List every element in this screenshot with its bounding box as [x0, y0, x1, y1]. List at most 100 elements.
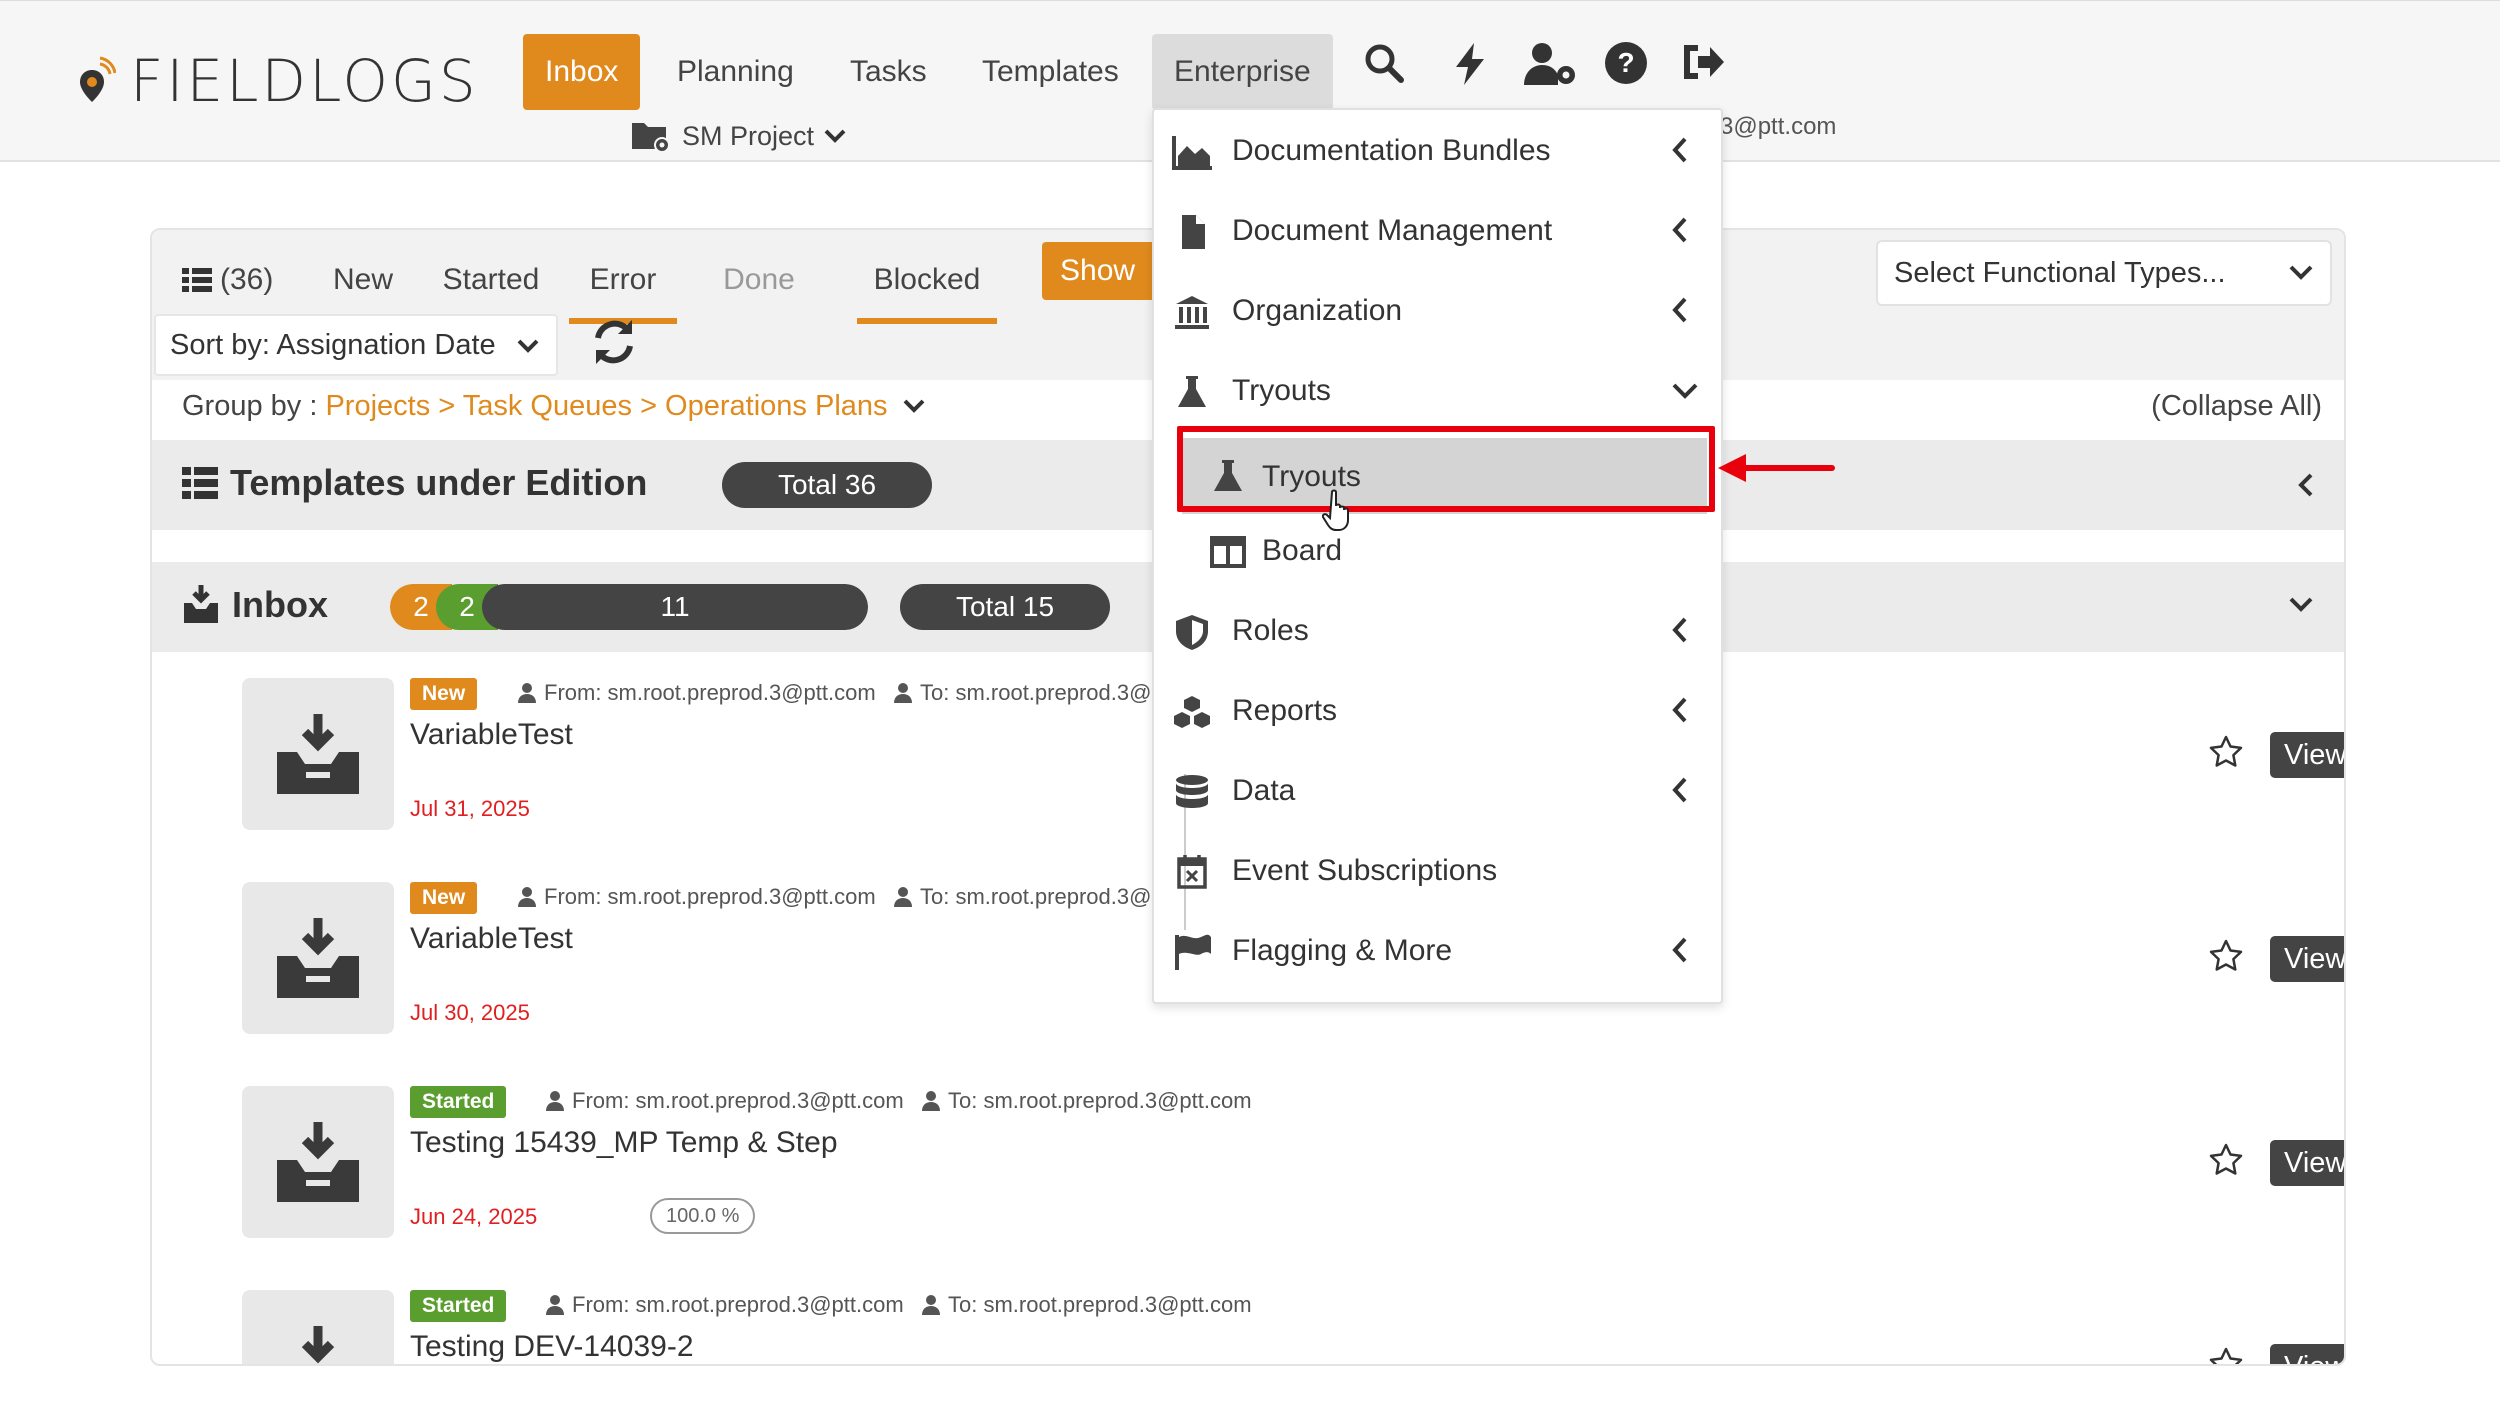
menu-item-documentation-bundles[interactable]: Documentation Bundles	[1154, 118, 1721, 184]
tab-all[interactable]: (36)	[182, 250, 296, 324]
star-icon[interactable]	[2208, 734, 2244, 770]
sort-dropdown[interactable]: Sort by: Assignation Date	[154, 314, 558, 376]
tab-started[interactable]: Started	[435, 250, 547, 324]
nav-tasks[interactable]: Tasks	[828, 34, 949, 110]
item-date: Jul 30, 2025	[410, 1000, 530, 1025]
flag-icon	[1175, 934, 1211, 970]
item-thumbnail	[242, 1086, 394, 1238]
help-icon[interactable]: ?	[1604, 41, 1654, 91]
chevron-down-icon	[824, 129, 846, 143]
nav-templates[interactable]: Templates	[960, 34, 1141, 110]
view-button[interactable]: View	[2270, 732, 2344, 778]
item-thumbnail	[242, 678, 394, 830]
item-from-text: From: sm.root.preprod.3@ptt.com	[544, 884, 876, 909]
chevron-left-icon[interactable]	[2296, 472, 2314, 498]
item-to-text: To: sm.root.preprod.3@ptt.com	[948, 1292, 1252, 1317]
item-title[interactable]: Testing DEV-14039-2	[410, 1330, 694, 1364]
menu-item-data[interactable]: Data	[1154, 758, 1721, 824]
board-icon	[1210, 536, 1246, 568]
item-date: Jun 24, 2025	[410, 1204, 538, 1229]
menu-item-label: Flagging & More	[1232, 934, 1453, 967]
nav-enterprise[interactable]: Enterprise	[1152, 34, 1333, 110]
nav-planning[interactable]: Planning	[655, 34, 816, 110]
tab-started-label: Started	[442, 263, 540, 296]
status-badge: New	[410, 882, 478, 914]
inbox-download-icon	[277, 714, 359, 794]
menu-item-event-subscriptions[interactable]: Event Subscriptions	[1154, 838, 1721, 904]
bolt-icon[interactable]	[1452, 41, 1502, 91]
logout-icon[interactable]	[1680, 41, 1730, 91]
location-signal-icon	[80, 56, 116, 102]
progress-segment-other: 11	[482, 584, 868, 630]
tab-blocked[interactable]: Blocked	[857, 250, 997, 324]
menu-item-flagging-more[interactable]: Flagging & More	[1154, 918, 1721, 984]
chevron-left-icon	[1672, 297, 1687, 323]
calendar-x-icon	[1177, 855, 1207, 889]
inbox-section-title: Inbox	[182, 584, 328, 626]
user-settings-icon[interactable]	[1522, 41, 1575, 91]
templates-section-title: Templates under Edition	[182, 462, 647, 504]
project-selector[interactable]: SM Project	[630, 119, 846, 153]
status-badge: New	[410, 678, 478, 710]
menu-item-document-management[interactable]: Document Management	[1154, 198, 1721, 264]
menu-item-label: Document Management	[1232, 214, 1553, 247]
functional-types-placeholder: Select Functional Types...	[1894, 257, 2226, 289]
templates-total-pill: Total 36	[722, 462, 932, 508]
menu-item-label: Data	[1232, 774, 1296, 807]
bank-icon	[1175, 296, 1209, 329]
file-icon	[1182, 215, 1205, 249]
item-to-text: To: sm.root.preprod.3@	[920, 680, 1152, 705]
show-button[interactable]: Show E	[1042, 242, 1162, 300]
menu-item-organization[interactable]: Organization	[1154, 278, 1721, 344]
nav-inbox[interactable]: Inbox	[523, 34, 641, 110]
item-title[interactable]: VariableTest	[410, 922, 573, 956]
user-email: 3@ptt.com	[1720, 113, 1837, 140]
menu-item-tryouts-group[interactable]: Tryouts	[1154, 358, 1721, 424]
view-button-label: View	[2284, 943, 2346, 975]
chevron-down-icon[interactable]	[2288, 596, 2314, 614]
status-badge: Started	[410, 1086, 507, 1118]
list-item[interactable]: Started From: sm.root.preprod.3@ptt.com …	[242, 1086, 2344, 1266]
inbox-title-text: Inbox	[232, 584, 328, 625]
refresh-icon[interactable]	[588, 316, 640, 368]
sort-label: Sort by: Assignation Date	[170, 329, 496, 361]
item-from: From: sm.root.preprod.3@ptt.com	[518, 680, 876, 706]
item-title[interactable]: VariableTest	[410, 718, 573, 752]
collapse-all-link[interactable]: (Collapse All)	[2151, 390, 2322, 423]
svg-text:?: ?	[1617, 47, 1634, 78]
item-to: To: sm.root.preprod.3@	[894, 884, 1151, 910]
list-item[interactable]: Started From: sm.root.preprod.3@ptt.com …	[242, 1290, 2344, 1366]
inbox-download-icon	[301, 1326, 335, 1364]
view-button[interactable]: View	[2270, 1140, 2344, 1186]
star-icon[interactable]	[2208, 1346, 2244, 1366]
star-icon[interactable]	[2208, 938, 2244, 974]
menu-item-label: Documentation Bundles	[1232, 134, 1551, 167]
user-icon	[894, 887, 912, 907]
menu-item-roles[interactable]: Roles	[1154, 598, 1721, 664]
chevron-down-icon	[2289, 265, 2313, 280]
arrow-left-icon	[1718, 454, 1835, 482]
tab-underline	[857, 318, 997, 324]
chevron-down-icon[interactable]	[902, 398, 926, 416]
functional-types-select[interactable]: Select Functional Types...	[1876, 240, 2332, 306]
view-button[interactable]: View	[2270, 1344, 2344, 1364]
menu-item-reports[interactable]: Reports	[1154, 678, 1721, 744]
menu-item-label: Organization	[1232, 294, 1403, 327]
tab-done-label: Done	[723, 263, 795, 296]
tab-new[interactable]: New	[317, 250, 409, 324]
tab-error[interactable]: Error	[569, 250, 677, 324]
status-badge: Started	[410, 1290, 507, 1322]
group-by-path[interactable]: Projects > Task Queues > Operations Plan…	[325, 390, 887, 422]
tab-done[interactable]: Done	[707, 250, 811, 310]
brand-logo[interactable]: FIELDLOGS	[76, 47, 479, 115]
chevron-down-icon	[1672, 383, 1698, 399]
item-from: From: sm.root.preprod.3@ptt.com	[546, 1088, 904, 1114]
item-title[interactable]: Testing 15439_MP Temp & Step	[410, 1126, 838, 1160]
view-button[interactable]: View	[2270, 936, 2346, 982]
shield-icon	[1176, 615, 1208, 650]
menu-item-board[interactable]: Board	[1154, 518, 1721, 584]
item-to: To: sm.root.preprod.3@ptt.com	[922, 1292, 1252, 1318]
star-icon[interactable]	[2208, 1142, 2244, 1178]
search-icon[interactable]	[1362, 41, 1412, 91]
user-icon	[894, 683, 912, 703]
